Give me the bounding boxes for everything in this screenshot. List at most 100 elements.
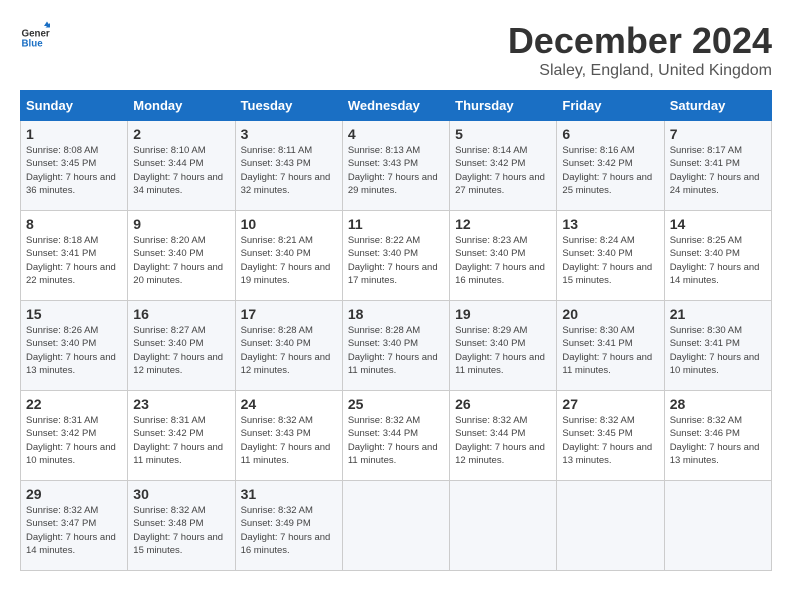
day-info: Sunrise: 8:32 AM Sunset: 3:44 PM Dayligh… xyxy=(455,414,551,467)
calendar-cell: 6 Sunrise: 8:16 AM Sunset: 3:42 PM Dayli… xyxy=(557,121,664,211)
day-number: 21 xyxy=(670,306,766,322)
calendar-cell: 14 Sunrise: 8:25 AM Sunset: 3:40 PM Dayl… xyxy=(664,211,771,301)
calendar-cell: 10 Sunrise: 8:21 AM Sunset: 3:40 PM Dayl… xyxy=(235,211,342,301)
calendar-cell: 15 Sunrise: 8:26 AM Sunset: 3:40 PM Dayl… xyxy=(21,301,128,391)
calendar-cell: 22 Sunrise: 8:31 AM Sunset: 3:42 PM Dayl… xyxy=(21,391,128,481)
day-info: Sunrise: 8:27 AM Sunset: 3:40 PM Dayligh… xyxy=(133,324,229,377)
day-number: 5 xyxy=(455,126,551,142)
day-number: 19 xyxy=(455,306,551,322)
day-info: Sunrise: 8:16 AM Sunset: 3:42 PM Dayligh… xyxy=(562,144,658,197)
calendar-cell: 9 Sunrise: 8:20 AM Sunset: 3:40 PM Dayli… xyxy=(128,211,235,301)
day-info: Sunrise: 8:32 AM Sunset: 3:48 PM Dayligh… xyxy=(133,504,229,557)
calendar-cell: 17 Sunrise: 8:28 AM Sunset: 3:40 PM Dayl… xyxy=(235,301,342,391)
day-info: Sunrise: 8:25 AM Sunset: 3:40 PM Dayligh… xyxy=(670,234,766,287)
day-info: Sunrise: 8:14 AM Sunset: 3:42 PM Dayligh… xyxy=(455,144,551,197)
day-number: 30 xyxy=(133,486,229,502)
calendar-week-4: 22 Sunrise: 8:31 AM Sunset: 3:42 PM Dayl… xyxy=(21,391,772,481)
day-number: 23 xyxy=(133,396,229,412)
day-number: 17 xyxy=(241,306,337,322)
day-info: Sunrise: 8:20 AM Sunset: 3:40 PM Dayligh… xyxy=(133,234,229,287)
day-info: Sunrise: 8:08 AM Sunset: 3:45 PM Dayligh… xyxy=(26,144,122,197)
day-info: Sunrise: 8:30 AM Sunset: 3:41 PM Dayligh… xyxy=(670,324,766,377)
calendar-cell: 16 Sunrise: 8:27 AM Sunset: 3:40 PM Dayl… xyxy=(128,301,235,391)
day-info: Sunrise: 8:10 AM Sunset: 3:44 PM Dayligh… xyxy=(133,144,229,197)
calendar-cell: 18 Sunrise: 8:28 AM Sunset: 3:40 PM Dayl… xyxy=(342,301,449,391)
day-info: Sunrise: 8:22 AM Sunset: 3:40 PM Dayligh… xyxy=(348,234,444,287)
day-info: Sunrise: 8:32 AM Sunset: 3:47 PM Dayligh… xyxy=(26,504,122,557)
day-info: Sunrise: 8:30 AM Sunset: 3:41 PM Dayligh… xyxy=(562,324,658,377)
day-info: Sunrise: 8:28 AM Sunset: 3:40 PM Dayligh… xyxy=(348,324,444,377)
day-number: 7 xyxy=(670,126,766,142)
day-number: 6 xyxy=(562,126,658,142)
column-header-thursday: Thursday xyxy=(450,91,557,121)
calendar-cell: 27 Sunrise: 8:32 AM Sunset: 3:45 PM Dayl… xyxy=(557,391,664,481)
calendar-cell: 23 Sunrise: 8:31 AM Sunset: 3:42 PM Dayl… xyxy=(128,391,235,481)
day-info: Sunrise: 8:18 AM Sunset: 3:41 PM Dayligh… xyxy=(26,234,122,287)
column-header-tuesday: Tuesday xyxy=(235,91,342,121)
day-info: Sunrise: 8:26 AM Sunset: 3:40 PM Dayligh… xyxy=(26,324,122,377)
day-number: 10 xyxy=(241,216,337,232)
day-number: 16 xyxy=(133,306,229,322)
title-block: December 2024 Slaley, England, United Ki… xyxy=(508,20,772,80)
day-number: 1 xyxy=(26,126,122,142)
day-info: Sunrise: 8:32 AM Sunset: 3:43 PM Dayligh… xyxy=(241,414,337,467)
calendar-week-1: 1 Sunrise: 8:08 AM Sunset: 3:45 PM Dayli… xyxy=(21,121,772,211)
day-number: 20 xyxy=(562,306,658,322)
calendar-cell: 25 Sunrise: 8:32 AM Sunset: 3:44 PM Dayl… xyxy=(342,391,449,481)
day-number: 15 xyxy=(26,306,122,322)
day-number: 4 xyxy=(348,126,444,142)
calendar-cell: 2 Sunrise: 8:10 AM Sunset: 3:44 PM Dayli… xyxy=(128,121,235,211)
day-number: 28 xyxy=(670,396,766,412)
day-info: Sunrise: 8:32 AM Sunset: 3:45 PM Dayligh… xyxy=(562,414,658,467)
day-number: 31 xyxy=(241,486,337,502)
day-number: 8 xyxy=(26,216,122,232)
column-header-saturday: Saturday xyxy=(664,91,771,121)
day-info: Sunrise: 8:21 AM Sunset: 3:40 PM Dayligh… xyxy=(241,234,337,287)
calendar-body: 1 Sunrise: 8:08 AM Sunset: 3:45 PM Dayli… xyxy=(21,121,772,571)
calendar-cell: 4 Sunrise: 8:13 AM Sunset: 3:43 PM Dayli… xyxy=(342,121,449,211)
calendar-cell: 20 Sunrise: 8:30 AM Sunset: 3:41 PM Dayl… xyxy=(557,301,664,391)
day-info: Sunrise: 8:29 AM Sunset: 3:40 PM Dayligh… xyxy=(455,324,551,377)
day-number: 18 xyxy=(348,306,444,322)
day-info: Sunrise: 8:23 AM Sunset: 3:40 PM Dayligh… xyxy=(455,234,551,287)
day-number: 22 xyxy=(26,396,122,412)
calendar-cell: 30 Sunrise: 8:32 AM Sunset: 3:48 PM Dayl… xyxy=(128,481,235,571)
calendar-week-3: 15 Sunrise: 8:26 AM Sunset: 3:40 PM Dayl… xyxy=(21,301,772,391)
calendar-cell: 28 Sunrise: 8:32 AM Sunset: 3:46 PM Dayl… xyxy=(664,391,771,481)
calendar-cell: 24 Sunrise: 8:32 AM Sunset: 3:43 PM Dayl… xyxy=(235,391,342,481)
calendar-cell: 13 Sunrise: 8:24 AM Sunset: 3:40 PM Dayl… xyxy=(557,211,664,301)
calendar-cell: 5 Sunrise: 8:14 AM Sunset: 3:42 PM Dayli… xyxy=(450,121,557,211)
month-title: December 2024 xyxy=(508,20,772,62)
calendar-cell: 31 Sunrise: 8:32 AM Sunset: 3:49 PM Dayl… xyxy=(235,481,342,571)
calendar-cell: 11 Sunrise: 8:22 AM Sunset: 3:40 PM Dayl… xyxy=(342,211,449,301)
logo: General Blue xyxy=(20,20,50,50)
day-number: 12 xyxy=(455,216,551,232)
calendar-cell: 29 Sunrise: 8:32 AM Sunset: 3:47 PM Dayl… xyxy=(21,481,128,571)
svg-text:Blue: Blue xyxy=(22,38,44,49)
calendar-cell: 19 Sunrise: 8:29 AM Sunset: 3:40 PM Dayl… xyxy=(450,301,557,391)
column-header-friday: Friday xyxy=(557,91,664,121)
day-number: 3 xyxy=(241,126,337,142)
day-info: Sunrise: 8:17 AM Sunset: 3:41 PM Dayligh… xyxy=(670,144,766,197)
calendar-cell: 3 Sunrise: 8:11 AM Sunset: 3:43 PM Dayli… xyxy=(235,121,342,211)
calendar-cell: 26 Sunrise: 8:32 AM Sunset: 3:44 PM Dayl… xyxy=(450,391,557,481)
calendar-week-2: 8 Sunrise: 8:18 AM Sunset: 3:41 PM Dayli… xyxy=(21,211,772,301)
location-subtitle: Slaley, England, United Kingdom xyxy=(508,62,772,80)
calendar-week-5: 29 Sunrise: 8:32 AM Sunset: 3:47 PM Dayl… xyxy=(21,481,772,571)
day-number: 11 xyxy=(348,216,444,232)
day-info: Sunrise: 8:31 AM Sunset: 3:42 PM Dayligh… xyxy=(26,414,122,467)
calendar-cell xyxy=(450,481,557,571)
day-number: 27 xyxy=(562,396,658,412)
calendar-cell: 7 Sunrise: 8:17 AM Sunset: 3:41 PM Dayli… xyxy=(664,121,771,211)
calendar-header-row: SundayMondayTuesdayWednesdayThursdayFrid… xyxy=(21,91,772,121)
day-info: Sunrise: 8:11 AM Sunset: 3:43 PM Dayligh… xyxy=(241,144,337,197)
calendar-cell xyxy=(342,481,449,571)
day-number: 14 xyxy=(670,216,766,232)
day-info: Sunrise: 8:32 AM Sunset: 3:46 PM Dayligh… xyxy=(670,414,766,467)
day-info: Sunrise: 8:28 AM Sunset: 3:40 PM Dayligh… xyxy=(241,324,337,377)
day-info: Sunrise: 8:32 AM Sunset: 3:44 PM Dayligh… xyxy=(348,414,444,467)
day-info: Sunrise: 8:13 AM Sunset: 3:43 PM Dayligh… xyxy=(348,144,444,197)
day-number: 24 xyxy=(241,396,337,412)
calendar-cell xyxy=(664,481,771,571)
logo-icon: General Blue xyxy=(20,20,50,50)
